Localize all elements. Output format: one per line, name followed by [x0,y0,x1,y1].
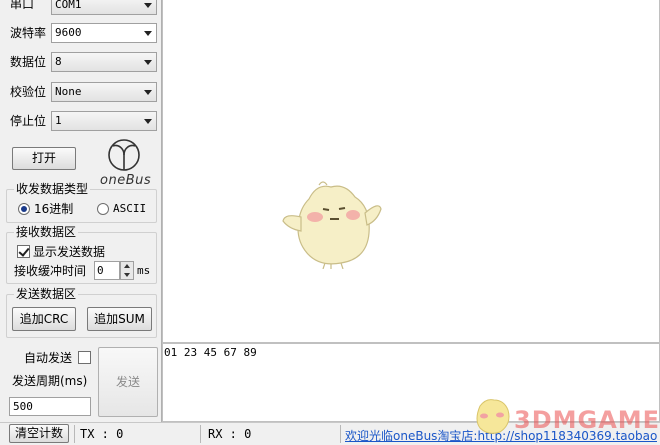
port-label: 串口 [10,0,35,11]
parity-value: None [55,85,82,98]
send-area-title: 发送数据区 [14,287,79,301]
baud-label: 波特率 [10,26,47,40]
hex-label: 16进制 [34,202,74,216]
chevron-down-icon [144,60,152,65]
append-crc-label: 追加CRC [19,312,69,326]
auto-send-checkbox[interactable] [78,351,91,364]
clear-count-button[interactable]: 清空计数 [9,424,69,443]
tx-counter: TX : 0 [80,427,124,441]
send-button[interactable]: 发送 [98,347,158,417]
buffer-label: 接收缓冲时间 [14,264,87,278]
databits-label: 数据位 [10,55,47,69]
ascii-radio[interactable] [97,203,109,215]
period-value: 500 [13,400,33,413]
rx-counter: RX : 0 [208,427,252,441]
stopbits-value: 1 [55,114,62,127]
append-sum-button[interactable]: 追加SUM [87,307,152,331]
onebus-logo-icon [108,139,140,171]
baud-select[interactable]: 9600 [51,23,157,43]
append-sum-label: 追加SUM [94,312,145,326]
send-text: 01 23 45 67 89 [164,346,257,359]
buffer-spinner[interactable] [120,261,134,280]
spin-down-icon[interactable] [124,273,130,277]
port-value: COM1 [55,0,82,11]
parity-label: 校验位 [10,85,47,99]
status-separator [340,425,341,443]
receive-text-area[interactable] [162,0,660,343]
data-type-title: 收发数据类型 [14,182,91,196]
append-crc-button[interactable]: 追加CRC [12,307,76,331]
logo-text: oneBus [100,173,152,188]
send-panel: 自动发送 发送周期(ms) 500 发送 [0,343,162,422]
show-send-label: 显示发送数据 [33,245,106,259]
spin-up-icon[interactable] [124,264,130,268]
buffer-unit: ms [137,264,151,277]
status-separator [200,425,201,443]
databits-value: 8 [55,55,62,68]
chevron-down-icon [144,90,152,95]
buffer-input[interactable]: 0 [94,261,120,280]
watermark-mascot-icon [476,399,510,434]
clear-count-label: 清空计数 [14,426,63,440]
stopbits-label: 停止位 [10,114,47,128]
hex-radio[interactable] [18,203,30,215]
buffer-value: 0 [97,264,104,277]
baud-value: 9600 [55,26,82,39]
send-button-label: 发送 [115,375,140,389]
period-input[interactable]: 500 [9,397,91,416]
watermark-text: 3DMGAME [514,406,660,434]
chevron-down-icon [144,31,152,36]
open-port-label: 打开 [31,151,56,165]
mascot-bird-icon [282,181,382,269]
show-send-checkbox[interactable] [17,245,30,258]
chevron-down-icon [144,3,152,8]
status-separator [74,425,75,443]
ascii-label: ASCII [113,202,147,215]
databits-select[interactable]: 8 [51,52,157,72]
port-select[interactable]: COM1 [51,0,157,15]
stopbits-select[interactable]: 1 [51,111,157,131]
recv-area-title: 接收数据区 [14,225,79,239]
period-label: 发送周期(ms) [12,374,88,388]
auto-send-label: 自动发送 [24,351,73,365]
config-panel: 串口 COM1 波特率 9600 数据位 8 校验位 None 停止位 1 打开… [0,0,162,343]
open-port-button[interactable]: 打开 [12,147,76,170]
parity-select[interactable]: None [51,82,157,102]
watermark: 3DMGAME [470,396,660,445]
chevron-down-icon [144,119,152,124]
